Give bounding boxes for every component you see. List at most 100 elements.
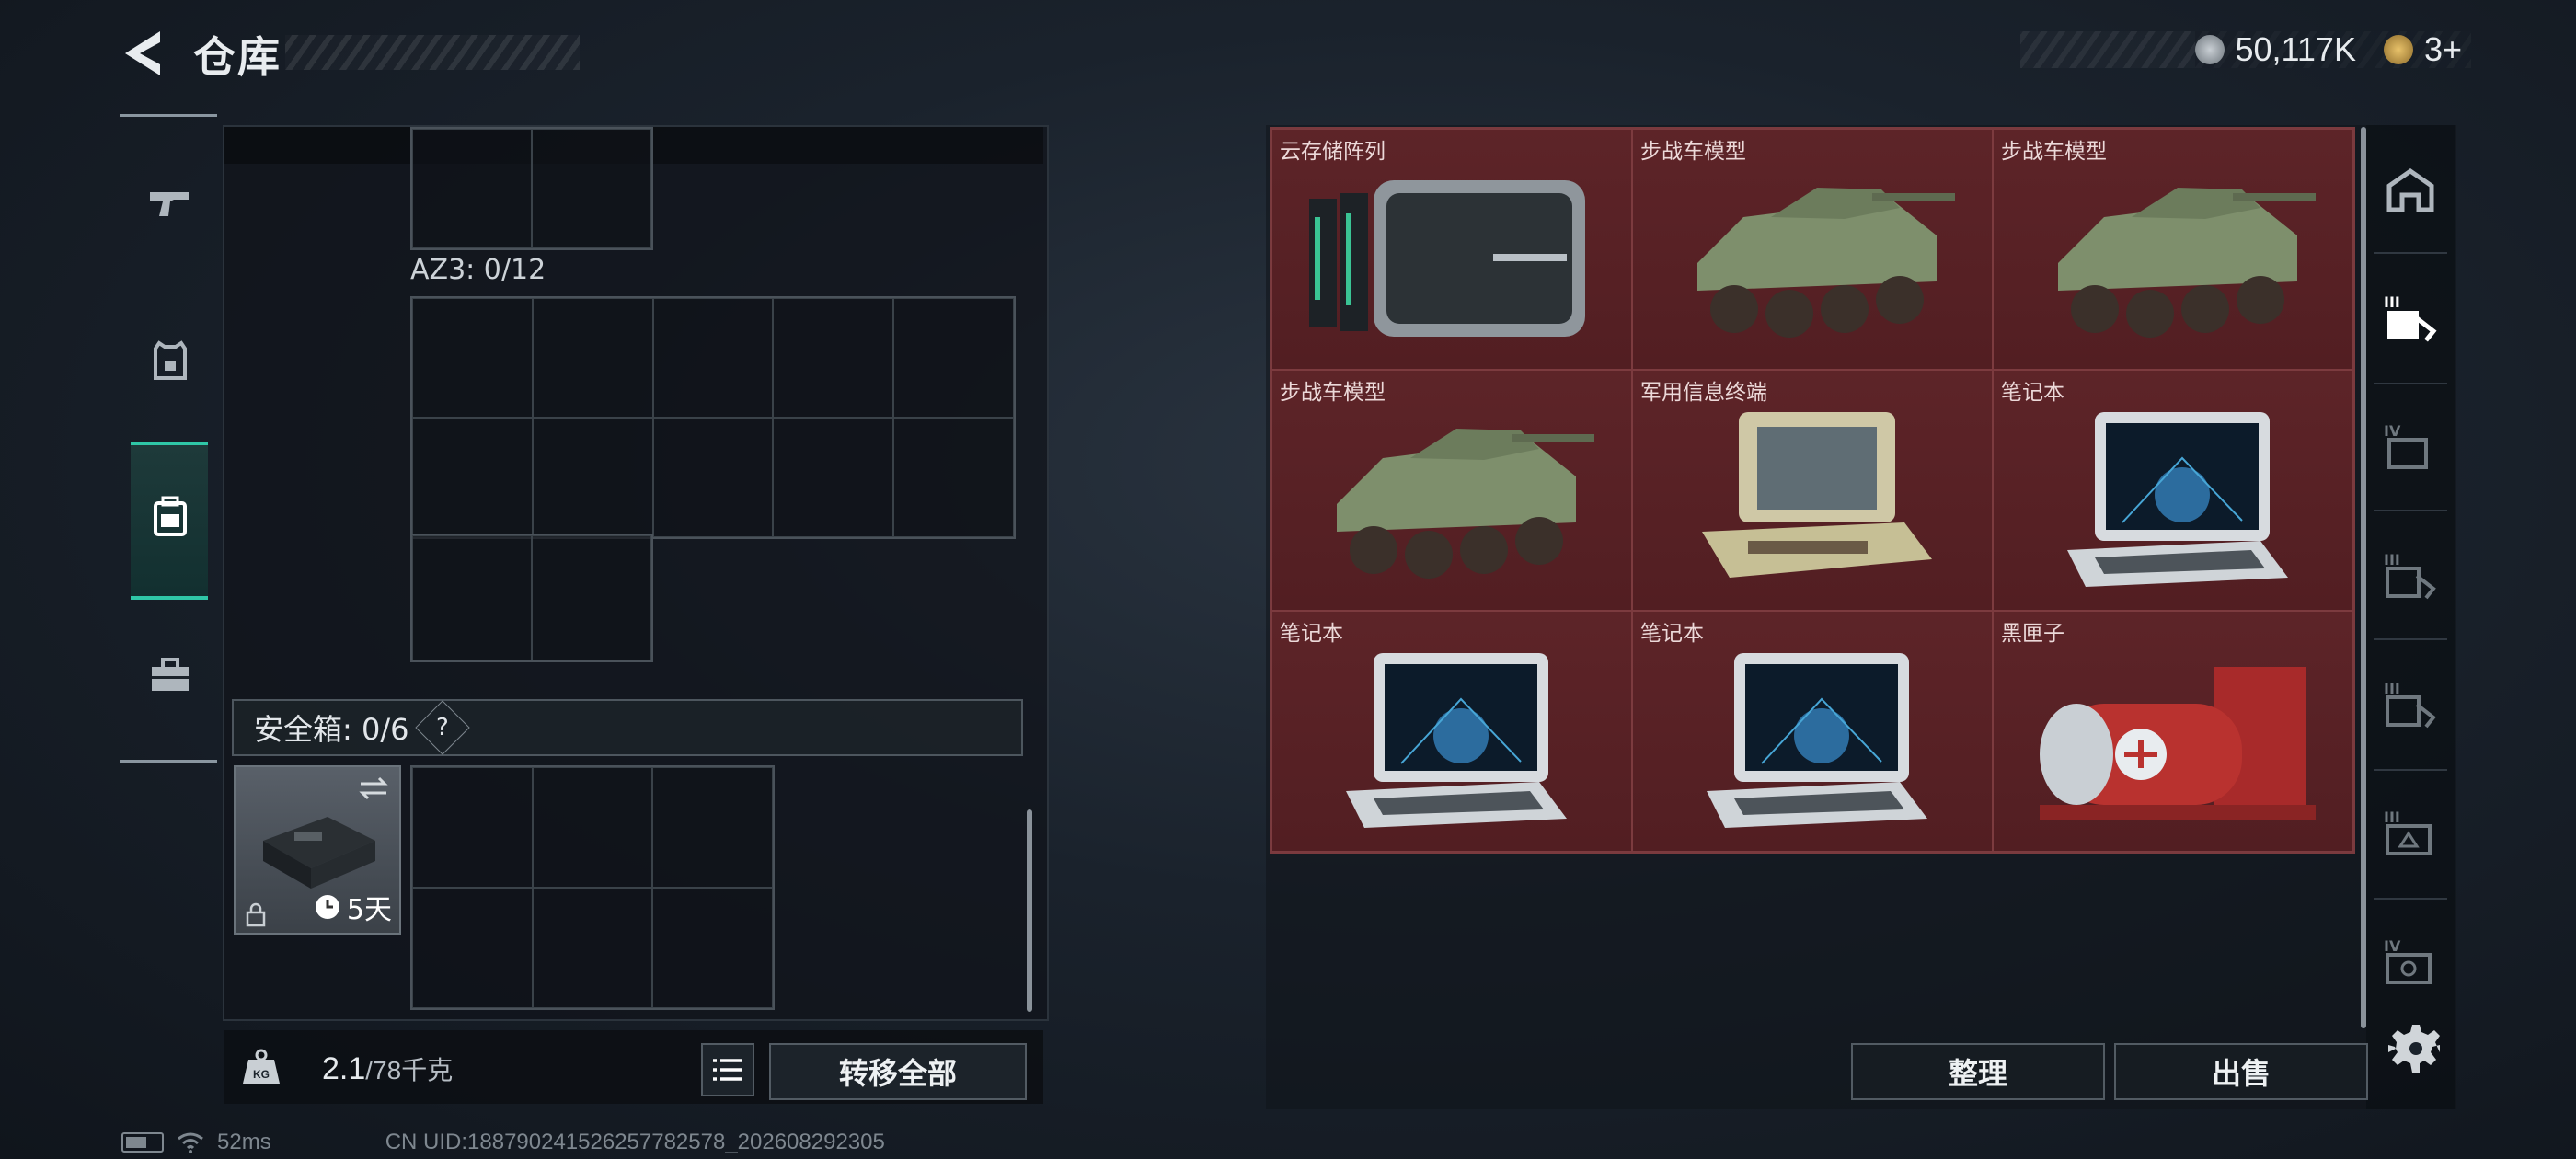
gear-icon[interactable]	[2388, 1021, 2444, 1076]
grid-slot[interactable]	[532, 535, 651, 660]
storage-item[interactable]: 军用信息终端	[1632, 370, 1993, 611]
tier4-case-icon: IV	[2384, 937, 2432, 984]
grid-slot[interactable]	[652, 888, 773, 1008]
storage-item[interactable]: 黑匣子	[1993, 611, 2353, 852]
storage-item[interactable]: 步战车模型	[1632, 129, 1993, 370]
currency-bar: 50,117K 3+	[2020, 30, 2471, 68]
transfer-all-button[interactable]: 转移全部	[769, 1043, 1027, 1100]
grid-slot[interactable]	[773, 418, 894, 537]
uid-text: CN UID:18879024152625778257­8_2026082923…	[385, 1130, 885, 1154]
grid-slot[interactable]	[412, 535, 532, 660]
grid-slot[interactable]	[532, 298, 653, 418]
ticket-balance: 3+	[2423, 30, 2462, 68]
grid-slot[interactable]	[412, 888, 533, 1008]
az3-grid[interactable]	[410, 296, 1016, 539]
back-arrow-icon[interactable]	[120, 28, 166, 79]
tab-separator	[2374, 252, 2447, 254]
page-title: 仓库	[193, 32, 282, 82]
tab-iv-a[interactable]: IV	[2374, 396, 2447, 497]
tier3-storage-icon: III	[2384, 680, 2436, 729]
grid-slot[interactable]	[532, 888, 653, 1008]
grid-slot[interactable]	[532, 129, 651, 248]
weight-readout: 2.1/78千克	[322, 1050, 453, 1087]
storage-scrollbar[interactable]	[2361, 127, 2366, 1028]
weight-max: /78千克	[365, 1056, 454, 1084]
az3-grid-extension[interactable]	[410, 534, 653, 662]
tab-separator	[2374, 510, 2447, 511]
backpack-icon	[154, 496, 187, 536]
grid-slot[interactable]	[773, 298, 894, 418]
tab-iv-b[interactable]: IV	[2374, 911, 2447, 1012]
ifv-model-icon	[2058, 188, 2316, 339]
safe-box-grid[interactable]	[410, 765, 775, 1010]
sort-button[interactable]: 整理	[1851, 1043, 2105, 1100]
storage-item[interactable]: 笔记本	[1993, 370, 2353, 611]
storage-item[interactable]: 云存储阵列	[1271, 129, 1632, 370]
sidebar-item-armor[interactable]	[129, 311, 212, 412]
home-storage-icon	[2386, 167, 2434, 212]
storage-item[interactable]: 笔记本	[1271, 611, 1632, 852]
svg-text:IV: IV	[2384, 937, 2401, 955]
tab-iii-c[interactable]: III	[2374, 653, 2447, 754]
server-array-icon	[1309, 180, 1585, 338]
ping-text: 52ms	[217, 1130, 271, 1154]
tab-separator	[2374, 638, 2447, 640]
grid-slot[interactable]	[652, 767, 773, 888]
svg-text:IV: IV	[2384, 422, 2401, 440]
tab-iii-a[interactable]: III	[2374, 267, 2447, 368]
storage-item[interactable]: 步战车模型	[1271, 370, 1632, 611]
ifv-model-icon	[1697, 188, 1955, 339]
sidebar-divider-bottom	[120, 760, 217, 763]
inventory-scrollbar[interactable]	[1027, 809, 1032, 1012]
tab-separator	[2374, 383, 2447, 384]
pistol-icon	[150, 192, 189, 216]
coin-icon	[2194, 35, 2225, 64]
grid-slot[interactable]	[652, 418, 774, 537]
sidebar-item-backpack[interactable]	[129, 465, 212, 567]
armor-icon	[154, 340, 187, 380]
grid-slot[interactable]	[532, 767, 653, 888]
case-timer: 5天	[314, 887, 392, 927]
military-terminal-icon	[1702, 412, 1932, 579]
grid-slot[interactable]	[412, 298, 533, 418]
grid-slot[interactable]	[412, 767, 533, 888]
svg-text:III: III	[2384, 680, 2400, 697]
tab-iii-b[interactable]: III	[2374, 524, 2447, 625]
item-name: 步战车模型	[1280, 381, 1386, 405]
grid-slot[interactable]	[412, 129, 532, 248]
sidebar-divider-top	[120, 114, 217, 117]
battery-icon	[121, 1132, 164, 1153]
tab-iii-d[interactable]: III	[2374, 782, 2447, 883]
item-name: 步战车模型	[1640, 140, 1746, 164]
list-view-button[interactable]	[701, 1043, 754, 1096]
storage-item[interactable]: 步战车模型	[1993, 129, 2353, 370]
laptop-icon	[1346, 653, 1567, 829]
coin-balance: 50,117K	[2235, 30, 2356, 68]
item-name: 黑匣子	[2001, 622, 2064, 646]
svg-text:III: III	[2384, 293, 2400, 311]
grid-slot[interactable]	[652, 298, 774, 418]
black-box-icon	[2040, 667, 2316, 820]
grid-slot[interactable]	[893, 298, 1014, 418]
lock-icon	[246, 902, 266, 927]
grid-slot[interactable]	[893, 418, 1014, 537]
sidebar-item-weapons[interactable]	[129, 153, 212, 254]
sell-button[interactable]: 出售	[2114, 1043, 2368, 1100]
tab-home[interactable]	[2374, 140, 2447, 241]
storage-item[interactable]: 笔记本	[1632, 611, 1993, 852]
grid-slot[interactable]	[412, 418, 533, 537]
status-bar: 52ms CN UID:18879024152625778257­8_20260…	[121, 1130, 885, 1155]
safe-case-icon	[263, 817, 375, 889]
tier3-storage-icon: III	[2384, 551, 2436, 600]
help-icon[interactable]: ?	[415, 700, 471, 755]
swap-icon[interactable]	[357, 775, 390, 802]
svg-text:III: III	[2384, 809, 2400, 826]
item-name: 笔记本	[1280, 622, 1343, 646]
container-grid-top[interactable]	[410, 127, 653, 250]
grid-slot[interactable]	[532, 418, 653, 537]
safe-case-item[interactable]: 5天	[234, 765, 401, 935]
sidebar-item-toolbox[interactable]	[129, 625, 212, 727]
svg-text:KG: KG	[253, 1068, 270, 1081]
title-decoration	[285, 35, 580, 70]
tier3-storage-icon: III	[2384, 293, 2437, 342]
